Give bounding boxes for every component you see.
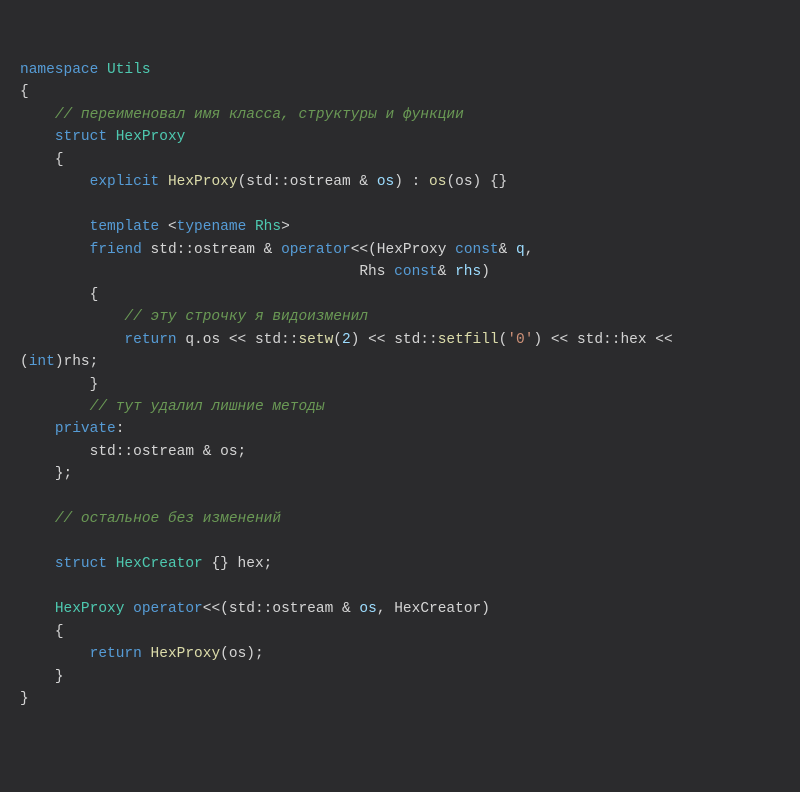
- comment: // остальное без изменений: [55, 511, 281, 527]
- line-14: }: [20, 377, 98, 393]
- ctor-hexproxy: HexProxy: [168, 174, 238, 190]
- line-8: template <typename Rhs>: [20, 219, 290, 235]
- keyword-typename: typename: [177, 219, 247, 235]
- identifier-utils: Utils: [107, 62, 151, 78]
- keyword-private: private: [55, 421, 116, 437]
- param-os: os: [377, 174, 394, 190]
- line-5: {: [20, 152, 64, 168]
- keyword-explicit: explicit: [90, 174, 160, 190]
- keyword-struct: struct: [55, 556, 107, 572]
- line-12: // эту строчку я видоизменил: [20, 309, 368, 325]
- line-17: std::ostream & os;: [20, 444, 246, 460]
- keyword-operator: operator: [133, 601, 203, 617]
- keyword-template: template: [90, 219, 160, 235]
- line-24: HexProxy operator<<(std::ostream & os, H…: [20, 601, 490, 617]
- line-10: Rhs const& rhs): [20, 264, 490, 280]
- keyword-return: return: [90, 646, 142, 662]
- fn-setfill: setfill: [438, 332, 499, 348]
- keyword-namespace: namespace: [20, 62, 98, 78]
- identifier-hexcreator: HexCreator: [116, 556, 203, 572]
- line-22: struct HexCreator {} hex;: [20, 556, 272, 572]
- line-25: {: [20, 624, 64, 640]
- line-4: struct HexProxy: [20, 129, 185, 145]
- comment: // переименовал имя класса, структуры и …: [55, 107, 464, 123]
- fn-setw: setw: [298, 332, 333, 348]
- line-13b: (int)rhs;: [20, 354, 98, 370]
- line-3: // переименовал имя класса, структуры и …: [20, 107, 464, 123]
- line-11: {: [20, 287, 98, 303]
- line-16: private:: [20, 421, 124, 437]
- line-1: namespace Utils: [20, 62, 151, 78]
- code-block: namespace Utils { // переименовал имя кл…: [20, 59, 780, 711]
- identifier-hexproxy: HexProxy: [116, 129, 186, 145]
- line-20: // остальное без изменений: [20, 511, 281, 527]
- line-27: }: [20, 669, 64, 685]
- keyword-const: const: [455, 242, 499, 258]
- keyword-return: return: [124, 332, 176, 348]
- ctor-call-hexproxy: HexProxy: [151, 646, 221, 662]
- char-literal: '0': [507, 332, 533, 348]
- keyword-friend: friend: [90, 242, 142, 258]
- comment: // эту строчку я видоизменил: [124, 309, 368, 325]
- init-os: os: [429, 174, 446, 190]
- comment: // тут удалил лишние методы: [90, 399, 325, 415]
- line-9: friend std::ostream & operator<<(HexProx…: [20, 242, 533, 258]
- line-28: }: [20, 691, 29, 707]
- line-18: };: [20, 466, 72, 482]
- keyword-int: int: [29, 354, 55, 370]
- param-rhs: rhs: [455, 264, 481, 280]
- keyword-struct: struct: [55, 129, 107, 145]
- return-type-hexproxy: HexProxy: [55, 601, 133, 617]
- line-26: return HexProxy(os);: [20, 646, 264, 662]
- line-2: {: [20, 84, 29, 100]
- param-q: q: [516, 242, 525, 258]
- type-rhs: Rhs: [255, 219, 281, 235]
- line-15: // тут удалил лишние методы: [20, 399, 325, 415]
- literal-2: 2: [342, 332, 351, 348]
- line-13: return q.os << std::setw(2) << std::setf…: [20, 332, 681, 348]
- param-os: os: [359, 601, 376, 617]
- keyword-const: const: [394, 264, 438, 280]
- keyword-operator: operator: [281, 242, 351, 258]
- line-6: explicit HexProxy(std::ostream & os) : o…: [20, 174, 507, 190]
